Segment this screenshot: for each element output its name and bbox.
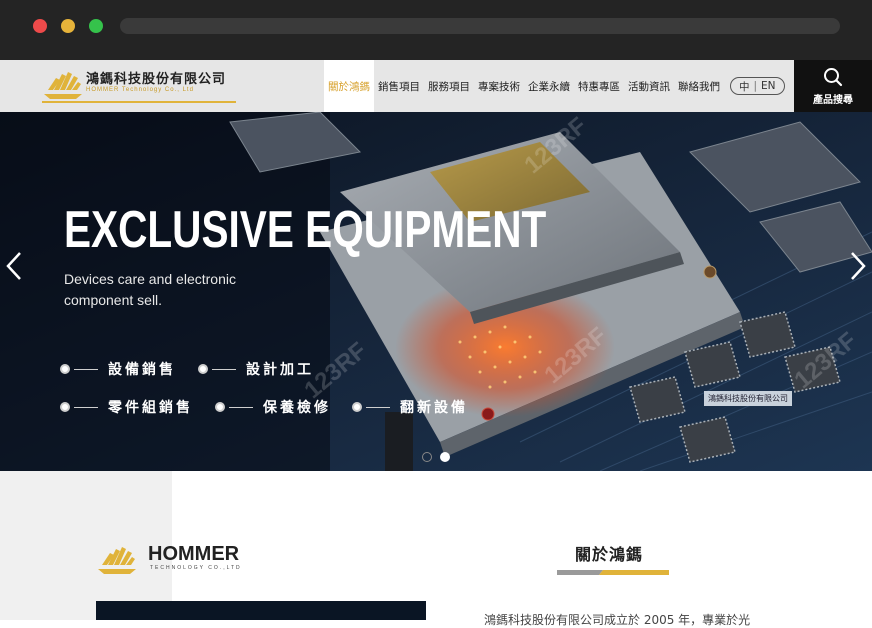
bullet-icon: [198, 364, 208, 374]
service-item[interactable]: 設備銷售: [60, 359, 176, 379]
bullet-line: [229, 406, 253, 408]
hero-banner: 123RF 123RF 123RF 123RF EXCLUSIVE EQUIPM…: [0, 112, 872, 471]
company-tag: 鴻鎷科技股份有限公司: [704, 391, 792, 406]
window-maximize-button[interactable]: [89, 19, 103, 33]
bullet-line: [212, 368, 236, 370]
carousel-next-button[interactable]: [846, 248, 870, 284]
service-label: 設備銷售: [108, 362, 176, 378]
nav-item-about[interactable]: 關於鴻鎷: [324, 60, 374, 112]
company-name[interactable]: 鴻鎷科技股份有限公司: [86, 68, 226, 87]
lang-separator: |: [753, 80, 758, 92]
chevron-left-icon: [6, 252, 21, 280]
chevron-right-icon: [851, 252, 866, 280]
company-english-name: HOMMER Technology Co., Ltd: [86, 87, 194, 93]
carousel-dot[interactable]: [422, 452, 432, 462]
service-item[interactable]: 保養檢修: [215, 397, 331, 417]
bullet-icon: [215, 402, 225, 412]
lang-zh-link[interactable]: 中: [739, 79, 750, 94]
nav-item-specials[interactable]: 特惠專區: [574, 60, 624, 112]
service-label: 設計加工: [246, 362, 314, 378]
nav-item-contact[interactable]: 聯絡我們: [674, 60, 724, 112]
service-item[interactable]: 零件組銷售: [60, 397, 193, 417]
service-label: 零件組銷售: [108, 400, 193, 416]
nav-item-sustainability[interactable]: 企業永續: [524, 60, 574, 112]
nav-item-sales[interactable]: 銷售項目: [374, 60, 424, 112]
carousel-pager: [422, 452, 450, 462]
nav-item-projects[interactable]: 專案技術: [474, 60, 524, 112]
bullet-icon: [60, 364, 70, 374]
company-logo-icon[interactable]: [42, 68, 84, 100]
window-close-button[interactable]: [33, 19, 47, 33]
carousel-dot-active[interactable]: [440, 452, 450, 462]
product-search-button[interactable]: 產品搜尋: [794, 60, 872, 112]
nav-item-events[interactable]: 活動資訊: [624, 60, 674, 112]
service-label: 翻新設備: [400, 400, 468, 416]
logo-underline: [42, 101, 236, 103]
browser-chrome: [0, 0, 872, 60]
language-switcher: 中 | EN: [730, 77, 785, 95]
bullet-line: [366, 406, 390, 408]
search-icon: [824, 67, 843, 86]
carousel-prev-button[interactable]: [2, 248, 26, 284]
brand-subtitle: TECHNOLOGY CO.,LTD: [150, 565, 242, 571]
bullet-line: [74, 406, 98, 408]
service-label: 保養檢修: [263, 400, 331, 416]
bullet-icon: [352, 402, 362, 412]
bullet-icon: [60, 402, 70, 412]
nav-item-services[interactable]: 服務項目: [424, 60, 474, 112]
about-image: [96, 601, 426, 620]
service-item[interactable]: 翻新設備: [352, 397, 468, 417]
about-section: HOMMER TECHNOLOGY CO.,LTD 關於鴻鎷 鴻鎷科技股份有限公…: [0, 471, 872, 627]
search-label: 產品搜尋: [813, 94, 853, 106]
window-minimize-button[interactable]: [61, 19, 75, 33]
brand-logo-icon: [98, 547, 136, 574]
section-background-panel: [0, 471, 172, 620]
main-nav: 關於鴻鎷 銷售項目 服務項目 專案技術 企業永續 特惠專區 活動資訊 聯絡我們 …: [324, 60, 785, 112]
lang-en-link[interactable]: EN: [761, 80, 776, 92]
address-bar[interactable]: [120, 18, 840, 34]
service-item[interactable]: 設計加工: [198, 359, 314, 379]
title-underline: [557, 570, 669, 575]
hero-title: EXCLUSIVE EQUIPMENT: [64, 201, 547, 259]
brand-name: HOMMER: [148, 543, 240, 565]
about-title: 關於鴻鎷: [575, 545, 644, 564]
site-header: 鴻鎷科技股份有限公司 HOMMER Technology Co., Ltd 關於…: [0, 60, 872, 112]
hero-subtitle: Devices care and electronic component se…: [64, 271, 236, 308]
bullet-line: [74, 368, 98, 370]
